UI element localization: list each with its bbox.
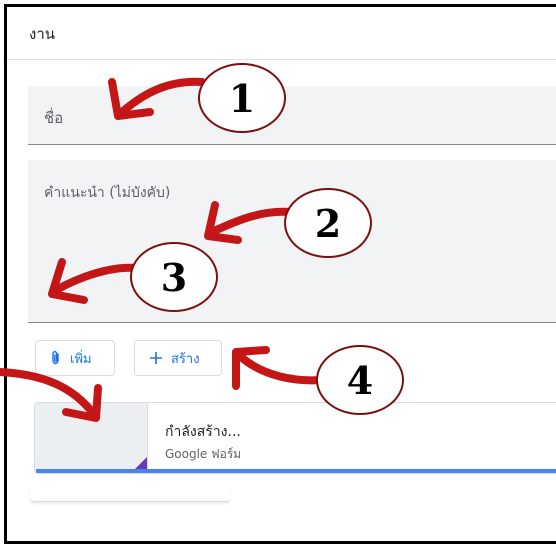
title-input-label: ชื่อ <box>44 109 64 127</box>
callout-2: 2 <box>284 188 372 258</box>
description-input-label: คำแนะนำ (ไม่บังคับ) <box>44 185 171 201</box>
create-button-label: สร้าง <box>171 351 200 367</box>
add-button-label: เพิ่ม <box>70 351 92 367</box>
paperclip-icon <box>52 351 59 365</box>
plus-icon <box>150 352 162 364</box>
title-input[interactable]: ชื่อ <box>28 86 556 145</box>
attachment-type: Google ฟอร์ม <box>165 447 242 461</box>
callout-4: 4 <box>316 345 404 415</box>
attachment-title: กำลังสร้าง... <box>165 424 241 440</box>
attachment-card[interactable]: กำลังสร้าง... Google ฟอร์ม <box>34 402 556 474</box>
attachment-thumbnail <box>35 403 148 473</box>
add-button[interactable]: เพิ่ม <box>35 340 115 376</box>
create-button[interactable]: สร้าง <box>134 340 222 376</box>
card-footer <box>30 485 230 502</box>
page-title: งาน <box>29 25 56 43</box>
dialog-header: งาน <box>7 7 556 60</box>
callout-1: 1 <box>198 63 286 133</box>
callout-3: 3 <box>130 242 218 312</box>
upload-progress-bar <box>36 469 556 473</box>
